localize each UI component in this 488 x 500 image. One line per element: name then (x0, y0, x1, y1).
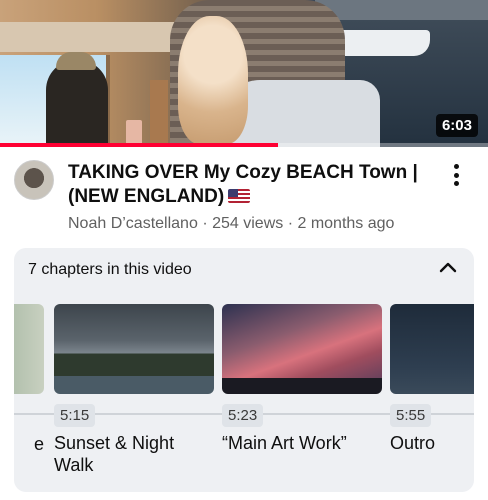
vertical-dots-icon[interactable] (446, 162, 466, 188)
chapter-timestamp: 5:55 (390, 404, 432, 427)
thumbnail-scene (315, 0, 488, 20)
video-meta: Noah D’castellano · 254 views · 2 months… (68, 215, 394, 233)
chapter-timestamp: 5:15 (54, 404, 96, 427)
chapters-panel: 7 chapters in this video e 5:15 Sunset &… (14, 248, 474, 492)
channel-avatar[interactable] (14, 160, 54, 200)
chapter-label: Sunset & Night Walk (54, 433, 175, 475)
thumbnail-scene (46, 52, 108, 145)
chapters-carousel[interactable]: e 5:15 Sunset & Night Walk 5:23 “Main Ar… (14, 304, 474, 484)
us-flag-icon (228, 189, 251, 203)
chapter-thumbnail (54, 304, 214, 394)
chapter-thumbnail (222, 304, 382, 394)
duration-badge: 6:03 (435, 114, 478, 137)
thumbnail-scene (178, 16, 248, 144)
chapter-label: e (33, 434, 44, 454)
chapter-timestamp: 5:23 (222, 404, 264, 427)
view-count: 254 views (212, 215, 284, 232)
chapter-card[interactable]: 5:23 “Main Art Work” (222, 304, 382, 454)
chapter-thumbnail (14, 304, 44, 394)
chapter-label: Outro (390, 433, 436, 453)
channel-name[interactable]: Noah D’castellano (68, 215, 198, 232)
meta-separator: · (202, 215, 213, 232)
video-thumbnail[interactable]: 6:03 (0, 0, 488, 147)
upload-age: 2 months ago (297, 215, 395, 232)
watch-progress-bar (0, 143, 279, 147)
chapters-heading: 7 chapters in this video (28, 261, 192, 278)
video-title[interactable]: TAKING OVER My Cozy BEACH Town | (NEW EN… (68, 161, 438, 209)
watch-progress-track (278, 143, 488, 147)
chapter-card[interactable]: 5:15 Sunset & Night Walk (54, 304, 214, 476)
thumbnail-scene (150, 80, 168, 146)
chevron-up-icon[interactable] (438, 260, 458, 274)
chapter-label: “Main Art Work” (222, 433, 347, 453)
chapter-card[interactable]: 5:55 Outro (390, 304, 474, 454)
chapter-thumbnail (390, 304, 474, 394)
chapter-card[interactable]: e (14, 304, 44, 455)
